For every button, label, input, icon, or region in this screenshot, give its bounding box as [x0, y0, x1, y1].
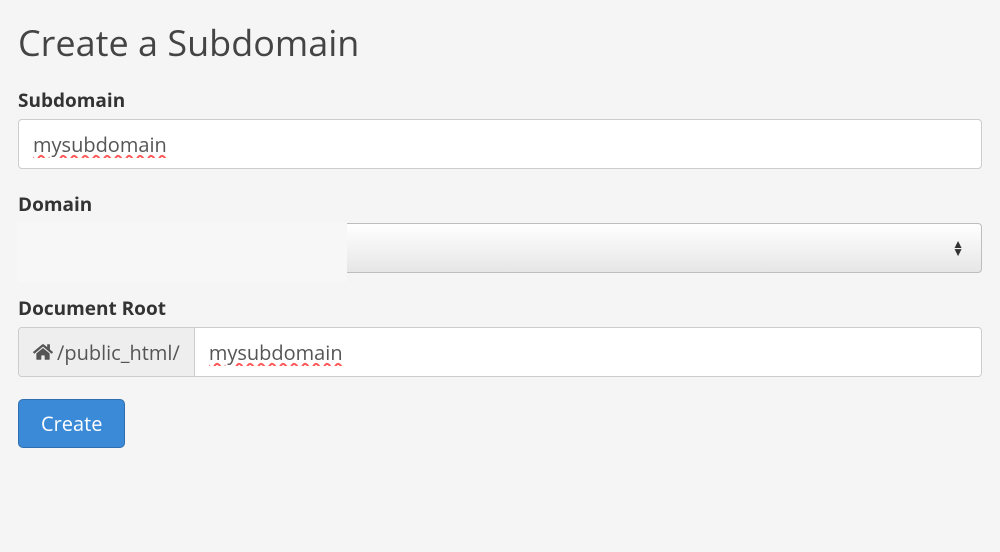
document-root-group: Document Root /public_html/	[18, 295, 982, 377]
document-root-prefix-text: /public_html/	[57, 339, 180, 366]
document-root-prefix: /public_html/	[19, 328, 195, 376]
redaction-mask	[17, 222, 347, 282]
document-root-label: Document Root	[18, 295, 982, 321]
domain-label: Domain	[18, 191, 982, 217]
document-root-input-group: /public_html/	[18, 327, 982, 377]
home-icon	[33, 343, 53, 361]
domain-select-wrap: ▲▼	[18, 223, 982, 273]
subdomain-input[interactable]	[18, 119, 982, 169]
subdomain-group: Subdomain	[18, 87, 982, 169]
subdomain-label: Subdomain	[18, 87, 982, 113]
create-button[interactable]: Create	[18, 399, 125, 448]
page-title: Create a Subdomain	[18, 18, 982, 67]
document-root-input[interactable]	[195, 328, 981, 376]
domain-group: Domain ▲▼	[18, 191, 982, 273]
